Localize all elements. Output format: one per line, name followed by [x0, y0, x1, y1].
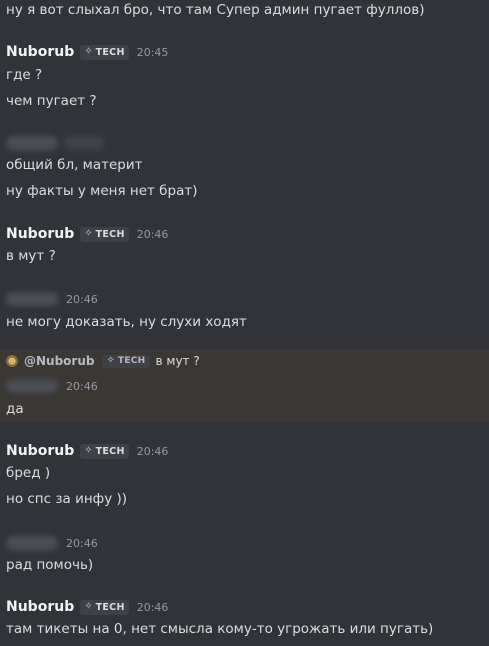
timestamp[interactable]: 20:45: [137, 46, 169, 59]
username[interactable]: Nuborub: [6, 44, 74, 60]
timestamp[interactable]: 20:46: [66, 380, 98, 393]
blurred-username: [6, 379, 58, 393]
server-tag-icon: ✧: [84, 445, 93, 456]
message-header: Nuborub ✧ TECH 20:46: [6, 441, 168, 461]
message-header: 20:46: [6, 289, 98, 309]
message-text[interactable]: там тикеты на 0, нет смысла кому-то угро…: [6, 620, 483, 638]
message-header: Nuborub ✧ TECH 20:45: [6, 42, 168, 62]
timestamp[interactable]: 20:46: [66, 537, 98, 550]
server-tag-icon: ✧: [84, 228, 93, 239]
server-tag[interactable]: ✧ TECH: [80, 443, 129, 459]
username[interactable]: Nuborub: [6, 443, 74, 459]
username[interactable]: Nuborub: [6, 226, 74, 242]
message-text[interactable]: где ?: [6, 66, 483, 84]
message-text[interactable]: но спс за инфу )): [6, 490, 483, 508]
message-text[interactable]: рад помочь): [6, 556, 483, 574]
blurred-username: [6, 136, 58, 150]
message-header: Nuborub ✧ TECH 20:46: [6, 597, 168, 617]
server-tag[interactable]: ✧ TECH: [80, 599, 129, 615]
blurred-username: [6, 536, 58, 550]
message-text[interactable]: да: [6, 400, 483, 418]
message-text[interactable]: бред ): [6, 464, 483, 482]
timestamp[interactable]: 20:46: [66, 293, 98, 306]
message-text[interactable]: не могу доказать, ну слухи ходят: [6, 313, 483, 331]
server-tag-label: TECH: [117, 356, 146, 366]
username[interactable]: Nuborub: [6, 599, 74, 615]
timestamp[interactable]: 20:46: [137, 445, 169, 458]
reply-preview[interactable]: ☻ @Nuborub ✧ TECH в мут ?: [6, 352, 200, 370]
server-tag-icon: ✧: [84, 46, 93, 57]
server-tag-label: TECH: [95, 228, 125, 240]
server-tag-label: TECH: [95, 46, 125, 58]
server-tag-label: TECH: [95, 445, 125, 457]
timestamp[interactable]: 20:46: [137, 228, 169, 241]
server-tag-icon: ✧: [84, 601, 93, 612]
server-tag[interactable]: ✧ TECH: [80, 226, 129, 242]
reply-mention[interactable]: @Nuborub: [24, 354, 94, 368]
reply-text[interactable]: в мут ?: [156, 354, 200, 368]
message-header: [6, 133, 104, 153]
message-header: 20:46: [6, 533, 98, 553]
message-text[interactable]: в мут ?: [6, 247, 483, 265]
chat-messages: ну я вот слыхал бро, что там Супер админ…: [0, 0, 489, 646]
server-tag-label: TECH: [95, 601, 125, 613]
message-text[interactable]: общий бл, материт: [6, 156, 483, 174]
reply-avatar-icon: ☻: [6, 355, 18, 367]
server-tag[interactable]: ✧ TECH: [80, 44, 129, 60]
message-text[interactable]: ну факты у меня нет брат): [6, 182, 483, 200]
message-text[interactable]: чем пугает ?: [6, 92, 483, 110]
timestamp[interactable]: 20:46: [137, 601, 169, 614]
message-text[interactable]: ну я вот слыхал бро, что там Супер админ…: [6, 1, 483, 19]
blurred-timestamp: [64, 136, 104, 150]
server-tag-icon: ✧: [106, 355, 115, 366]
blurred-username: [6, 292, 58, 306]
message-header: 20:46: [6, 376, 98, 396]
server-tag[interactable]: ✧ TECH: [102, 354, 150, 368]
message-header: Nuborub ✧ TECH 20:46: [6, 224, 168, 244]
